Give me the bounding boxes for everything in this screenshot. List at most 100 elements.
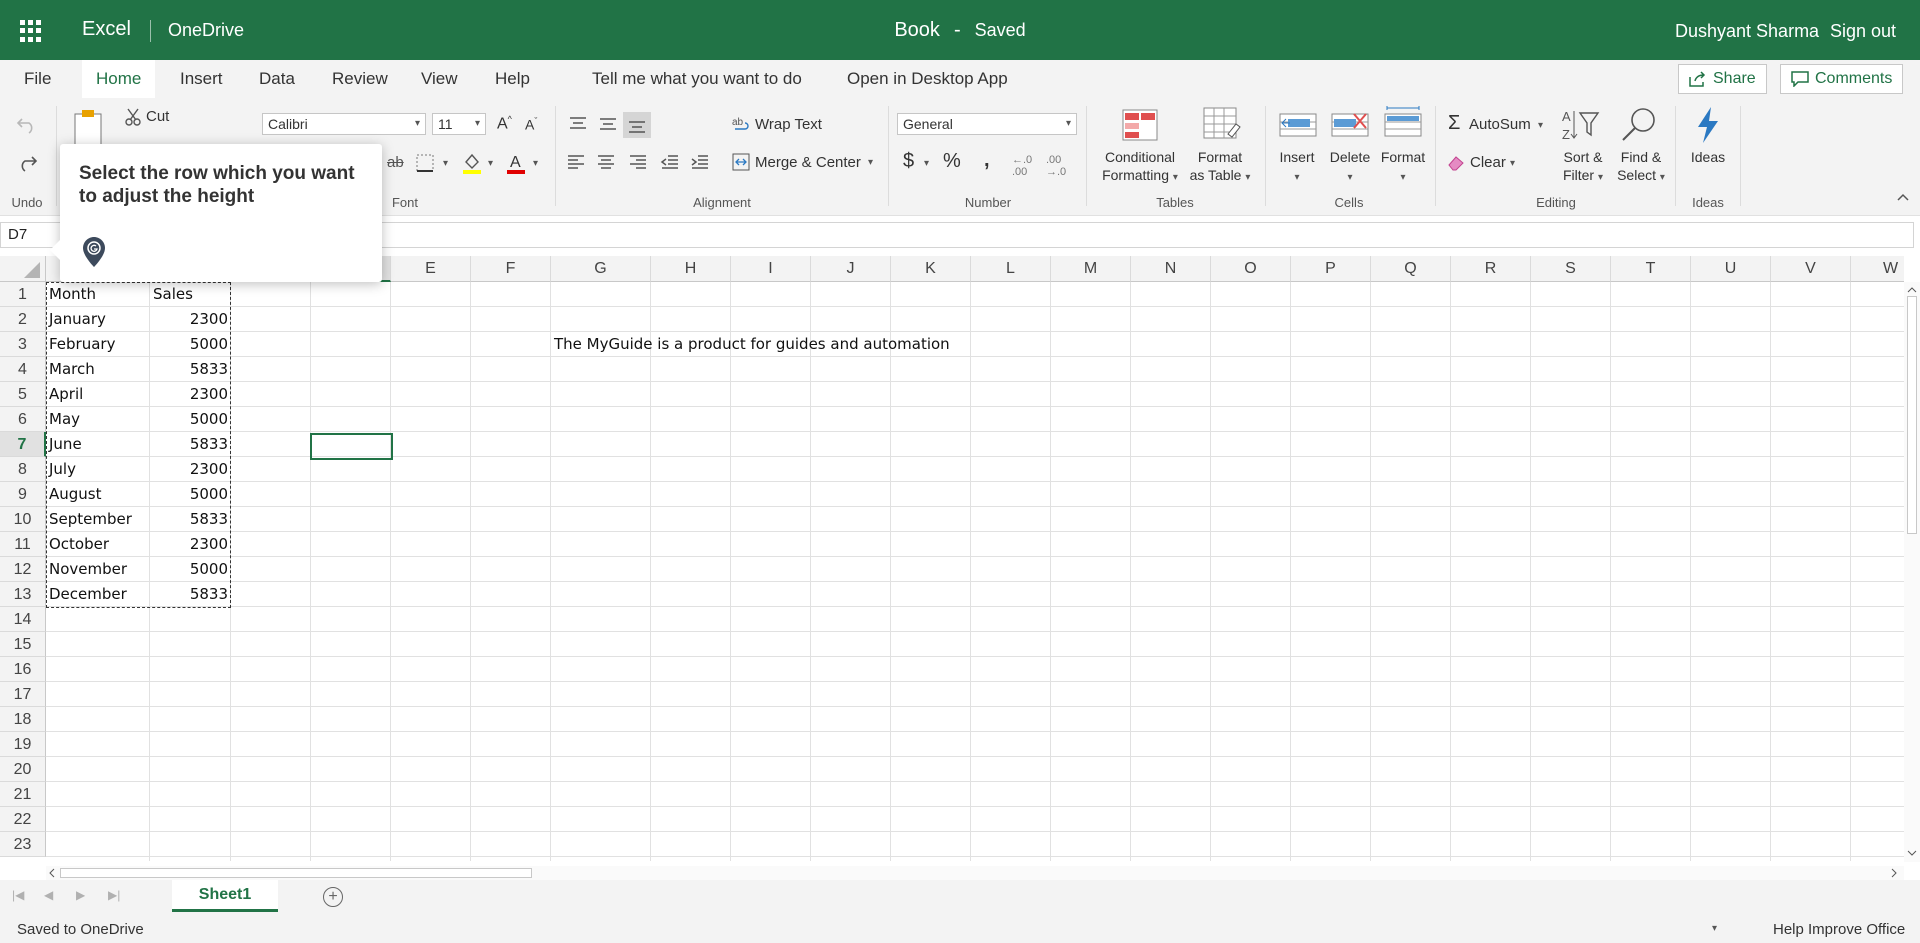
onedrive-link[interactable]: OneDrive <box>168 20 244 41</box>
row-header-13[interactable]: 13 <box>0 582 46 607</box>
chevron-down-icon[interactable]: ▾ <box>1538 120 1543 131</box>
column-header-u[interactable]: U <box>1691 256 1771 282</box>
column-header-s[interactable]: S <box>1531 256 1611 282</box>
tab-review[interactable]: Review <box>332 60 388 98</box>
scroll-left-icon[interactable] <box>46 866 58 880</box>
find-select-button[interactable]: Find & Select ▾ <box>1610 148 1672 187</box>
scroll-up-icon[interactable] <box>1904 283 1920 295</box>
cut-label[interactable]: Cut <box>146 108 169 125</box>
column-header-f[interactable]: F <box>471 256 551 282</box>
scroll-down-icon[interactable] <box>1904 848 1920 860</box>
active-cell[interactable] <box>310 433 393 460</box>
ideas-button[interactable]: Ideas <box>1680 148 1736 166</box>
column-header-j[interactable]: J <box>811 256 891 282</box>
format-cells-button[interactable]: Format ▾ <box>1376 148 1430 187</box>
clear-label[interactable]: Clear <box>1470 154 1506 171</box>
first-sheet-icon[interactable]: |◀ <box>12 888 24 902</box>
conditional-formatting-icon[interactable] <box>1121 108 1159 142</box>
row-header-6[interactable]: 6 <box>0 407 46 432</box>
formula-input[interactable] <box>372 222 1914 248</box>
tab-insert[interactable]: Insert <box>180 60 223 98</box>
row-header-12[interactable]: 12 <box>0 557 46 582</box>
tab-help[interactable]: Help <box>495 60 530 98</box>
tab-data[interactable]: Data <box>259 60 295 98</box>
row-header-8[interactable]: 8 <box>0 457 46 482</box>
next-sheet-icon[interactable]: ▶ <box>76 888 85 902</box>
font-color-icon[interactable]: A <box>506 152 526 174</box>
column-header-m[interactable]: M <box>1051 256 1131 282</box>
chevron-down-icon[interactable]: ▾ <box>1510 158 1515 169</box>
collapse-ribbon-icon[interactable] <box>1896 192 1910 202</box>
decrease-font-icon[interactable]: Aˇ <box>525 116 537 133</box>
merge-center-icon[interactable] <box>732 153 750 171</box>
sort-filter-button[interactable]: Sort & Filter ▾ <box>1552 148 1614 187</box>
number-format-select[interactable]: General ▾ <box>897 113 1077 135</box>
myguide-pin-icon[interactable] <box>82 236 106 268</box>
column-header-w[interactable]: W <box>1851 256 1904 282</box>
format-cells-icon[interactable] <box>1383 104 1423 142</box>
tell-me-search[interactable]: Tell me what you want to do <box>592 60 802 98</box>
comma-style-icon[interactable]: , <box>984 149 990 172</box>
row-header-14[interactable]: 14 <box>0 607 46 632</box>
horizontal-scroll-thumb[interactable] <box>60 868 532 878</box>
insert-cells-button[interactable]: Insert ▾ <box>1272 148 1322 187</box>
sort-filter-icon[interactable]: AZ <box>1562 107 1600 143</box>
document-name[interactable]: Book <box>894 19 940 41</box>
align-bottom-button[interactable] <box>623 112 651 138</box>
add-sheet-icon[interactable]: + <box>323 887 343 907</box>
vertical-scrollbar[interactable] <box>1904 282 1920 862</box>
paste-icon[interactable] <box>72 108 106 148</box>
last-sheet-icon[interactable]: ▶| <box>108 888 120 902</box>
horizontal-scrollbar[interactable] <box>46 866 1904 880</box>
column-header-i[interactable]: I <box>731 256 811 282</box>
scroll-right-icon[interactable] <box>1888 866 1900 880</box>
comments-button[interactable]: Comments <box>1780 64 1904 94</box>
row-header-10[interactable]: 10 <box>0 507 46 532</box>
increase-indent-icon[interactable] <box>690 154 710 170</box>
align-left-icon[interactable] <box>566 154 586 170</box>
font-name-select[interactable]: Calibri ▾ <box>262 113 426 135</box>
column-header-g[interactable]: G <box>551 256 651 282</box>
borders-icon[interactable] <box>416 154 436 172</box>
find-select-icon[interactable] <box>1619 106 1659 144</box>
row-header-23[interactable]: 23 <box>0 832 46 857</box>
column-header-o[interactable]: O <box>1211 256 1291 282</box>
align-center-icon[interactable] <box>596 154 616 170</box>
column-header-n[interactable]: N <box>1131 256 1211 282</box>
column-header-t[interactable]: T <box>1611 256 1691 282</box>
conditional-formatting-button[interactable]: Conditional Formatting ▾ <box>1095 148 1185 187</box>
column-header-p[interactable]: P <box>1291 256 1371 282</box>
sheet-tab-sheet1[interactable]: Sheet1 <box>172 880 278 912</box>
row-header-19[interactable]: 19 <box>0 732 46 757</box>
row-header-5[interactable]: 5 <box>0 382 46 407</box>
insert-cells-icon[interactable] <box>1278 108 1318 142</box>
open-desktop-app[interactable]: Open in Desktop App <box>847 60 1008 98</box>
column-header-q[interactable]: Q <box>1371 256 1451 282</box>
row-header-4[interactable]: 4 <box>0 357 46 382</box>
prev-sheet-icon[interactable]: ◀ <box>44 888 53 902</box>
delete-cells-button[interactable]: Delete ▾ <box>1324 148 1376 187</box>
decrease-indent-icon[interactable] <box>660 154 680 170</box>
row-header-22[interactable]: 22 <box>0 807 46 832</box>
undo-icon[interactable] <box>16 116 38 134</box>
sign-out-link[interactable]: Sign out <box>1830 21 1896 42</box>
select-all-corner[interactable] <box>0 256 46 282</box>
fill-color-icon[interactable] <box>462 152 482 174</box>
app-name[interactable]: Excel <box>82 18 131 41</box>
row-header-2[interactable]: 2 <box>0 307 46 332</box>
increase-decimal-icon[interactable]: ←.0.00 <box>1012 154 1032 178</box>
merge-center-label[interactable]: Merge & Center <box>755 154 861 171</box>
row-header-20[interactable]: 20 <box>0 757 46 782</box>
font-size-select[interactable]: 11 ▾ <box>432 113 486 135</box>
chevron-down-icon[interactable]: ▾ <box>533 158 538 169</box>
row-header-18[interactable]: 18 <box>0 707 46 732</box>
cell-g3[interactable]: The MyGuide is a product for guides and … <box>551 332 953 357</box>
row-header-11[interactable]: 11 <box>0 532 46 557</box>
align-top-icon[interactable] <box>568 116 588 132</box>
help-improve-office-link[interactable]: Help Improve Office <box>1773 921 1905 938</box>
vertical-scroll-thumb[interactable] <box>1907 296 1917 534</box>
format-as-table-icon[interactable] <box>1202 106 1242 144</box>
column-header-k[interactable]: K <box>891 256 971 282</box>
column-header-e[interactable]: E <box>391 256 471 282</box>
tab-home[interactable]: Home <box>82 60 156 98</box>
